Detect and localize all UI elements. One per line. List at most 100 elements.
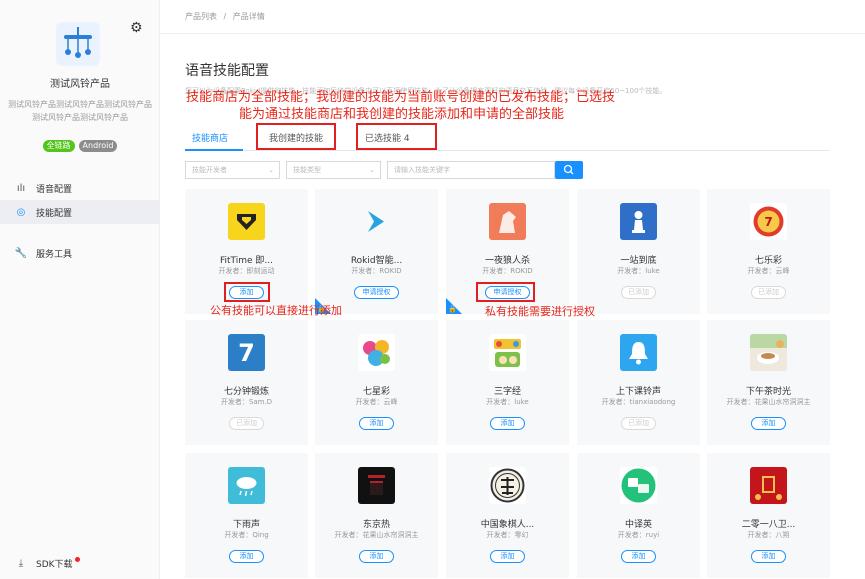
- skill-name: 东京热: [362, 520, 390, 530]
- add-button[interactable]: 添加: [490, 417, 525, 430]
- annotation-box-add-button: [224, 282, 270, 302]
- skill-card-chinese-chess[interactable]: 中国象棋人... 开发者：零幻 添加: [446, 453, 569, 578]
- sidebar-item-voice-config[interactable]: ılı 语音配置: [0, 176, 160, 200]
- search-input-placeholder: 请输入技能关键字: [394, 166, 450, 174]
- skill-developer: 开发者：花果山水帘洞洞主: [726, 398, 811, 406]
- type-select[interactable]: 技能类型 ⌄: [286, 161, 381, 179]
- svg-text:7: 7: [764, 215, 772, 229]
- breadcrumb-product-detail: 产品详情: [232, 12, 265, 21]
- sdk-download-label: SDK下载: [36, 559, 73, 570]
- add-button[interactable]: 添加: [490, 550, 525, 563]
- lottery-icon: 7: [750, 203, 787, 240]
- skill-developer: 开发者：luke: [617, 267, 660, 275]
- skill-name: 中译英: [624, 520, 652, 530]
- skill-name: 三字经: [493, 387, 521, 397]
- skill-name: 下午茶时光: [745, 387, 791, 397]
- chess-pawn-icon: [620, 203, 657, 240]
- skill-name: 中国象棋人...: [480, 520, 535, 530]
- added-button: 已添加: [229, 417, 264, 430]
- add-button[interactable]: 添加: [359, 550, 394, 563]
- skill-developer: 开发者：ROKID: [351, 267, 402, 275]
- skill-card-dongjingre[interactable]: 东京热 开发者：花果山水帘洞洞主 添加: [315, 453, 438, 578]
- breadcrumb-separator: /: [223, 12, 227, 21]
- skill-name: 七星彩: [362, 387, 390, 397]
- skill-card-rain-sound[interactable]: 下雨声 开发者：Qing 添加: [185, 453, 308, 578]
- product-name: 测试风铃产品: [50, 79, 110, 90]
- skill-name: 二零一八卫...: [741, 520, 796, 530]
- notification-dot: [75, 557, 80, 562]
- dark-album-icon: [358, 467, 395, 504]
- sdk-download-link[interactable]: ⤓ SDK下载: [0, 551, 160, 575]
- skill-name: 一站到底: [620, 256, 657, 266]
- skill-name: Rokid智能...: [350, 256, 403, 266]
- skill-name: 七乐彩: [754, 256, 782, 266]
- skill-card-2018[interactable]: 二零一八卫... 开发者：八朔 添加: [707, 453, 830, 578]
- add-button[interactable]: 添加: [359, 417, 394, 430]
- wind-chime-logo-icon: [56, 22, 100, 66]
- chevron-down-icon: ⌄: [369, 166, 375, 174]
- tea-cup-icon: [750, 334, 787, 371]
- sidebar: ⚙ 测试风铃产品 测试风铃产品测试风铃产品测试风铃产品测试风铃产品测试风铃产品 …: [0, 0, 160, 579]
- add-button[interactable]: 添加: [621, 550, 656, 563]
- download-icon: ⤓: [18, 557, 24, 569]
- classic-book-icon: [489, 334, 526, 371]
- skill-developer: 开发者：云峰: [355, 398, 398, 406]
- skill-developer: 开发者：八朔: [747, 531, 790, 539]
- added-button: 已添加: [751, 286, 786, 299]
- skill-card-qixingcai[interactable]: 七星彩 开发者：云峰 添加: [315, 320, 438, 445]
- breadcrumb: 产品列表 / 产品详情: [185, 11, 269, 22]
- sidebar-item-label: 语音配置: [36, 184, 73, 195]
- rain-cloud-icon: [228, 467, 265, 504]
- skill-name: 上下课铃声: [615, 387, 661, 397]
- skill-card-sanzijing[interactable]: 三字经 开发者：luke 添加: [446, 320, 569, 445]
- gear-icon[interactable]: ⚙: [130, 20, 143, 36]
- chevron-down-icon: ⌄: [268, 166, 274, 174]
- rokid-arrow-icon: [358, 203, 395, 240]
- skill-developer: 开发者：luke: [486, 398, 529, 406]
- add-button[interactable]: 添加: [751, 550, 786, 563]
- tab-active-indicator: [185, 149, 243, 151]
- red-festival-icon: [750, 467, 787, 504]
- skill-developer: 开发者：tianxiaodong: [601, 398, 676, 406]
- skill-card-7min[interactable]: 7 七分钟锻炼 开发者：Sam.D 已添加: [185, 320, 308, 445]
- skill-name: 下雨声: [232, 520, 260, 530]
- developer-select[interactable]: 技能开发者 ⌄: [185, 161, 280, 179]
- waveform-icon: ılı: [16, 182, 26, 194]
- skill-developer: 开发者：Qing: [224, 531, 269, 539]
- skill-card-rokid[interactable]: Rokid智能... 开发者：ROKID 申请授权 🔒: [315, 189, 438, 314]
- search-icon: [563, 164, 574, 175]
- svg-text:7: 7: [238, 339, 255, 367]
- skill-developer: 开发者：花果山水帘洞洞主: [334, 531, 419, 539]
- colorful-star-icon: [358, 334, 395, 371]
- sidebar-item-skill-config[interactable]: ◎ 技能配置: [0, 200, 160, 224]
- translate-icon: [620, 467, 657, 504]
- search-input[interactable]: 请输入技能关键字: [387, 161, 555, 179]
- annotation-public-skill: 公有技能可以直接进行添加: [210, 304, 342, 317]
- skill-card-yizhandaodi[interactable]: 一站到底 开发者：luke 已添加: [577, 189, 700, 314]
- skill-developer: 开发者：Sam.D: [220, 398, 273, 406]
- wrench-icon: 🔧: [14, 247, 28, 259]
- tab-skill-store[interactable]: 技能商店: [192, 131, 228, 144]
- skill-card-school-bell[interactable]: 上下课铃声 开发者：tianxiaodong 已添加: [577, 320, 700, 445]
- apply-auth-button[interactable]: 申请授权: [354, 286, 399, 299]
- chess-piece-icon: [489, 467, 526, 504]
- added-button: 已添加: [621, 286, 656, 299]
- type-select-placeholder: 技能类型: [293, 166, 321, 174]
- skill-name: FitTime 即...: [219, 256, 274, 266]
- skill-card-qilecai[interactable]: 7 七乐彩 开发者：云峰 已添加: [707, 189, 830, 314]
- add-button[interactable]: 添加: [751, 417, 786, 430]
- wolf-icon: [489, 203, 526, 240]
- badge-group: 全链路 Android: [0, 140, 160, 152]
- search-button[interactable]: [555, 161, 583, 179]
- product-description: 测试风铃产品测试风铃产品测试风铃产品测试风铃产品测试风铃产品: [8, 100, 152, 122]
- sidebar-item-service-tools[interactable]: 🔧 服务工具: [0, 241, 160, 265]
- skill-card-afternoon-tea[interactable]: 下午茶时光 开发者：花果山水帘洞洞主 添加: [707, 320, 830, 445]
- sidebar-item-label: 技能配置: [36, 208, 73, 219]
- breadcrumb-product-list[interactable]: 产品列表: [185, 12, 217, 21]
- skill-name: 一夜狼人杀: [484, 256, 530, 266]
- skill-developer: 开发者：ROKID: [482, 267, 533, 275]
- skill-card-translate[interactable]: 中译英 开发者：ruyi 添加: [577, 453, 700, 578]
- skill-developer: 开发者：零幻: [486, 531, 529, 539]
- annotation-tab-explain-line2: 能为通过技能商店和我创建的技能添加和申请的全部技能: [239, 107, 565, 122]
- add-button[interactable]: 添加: [229, 550, 264, 563]
